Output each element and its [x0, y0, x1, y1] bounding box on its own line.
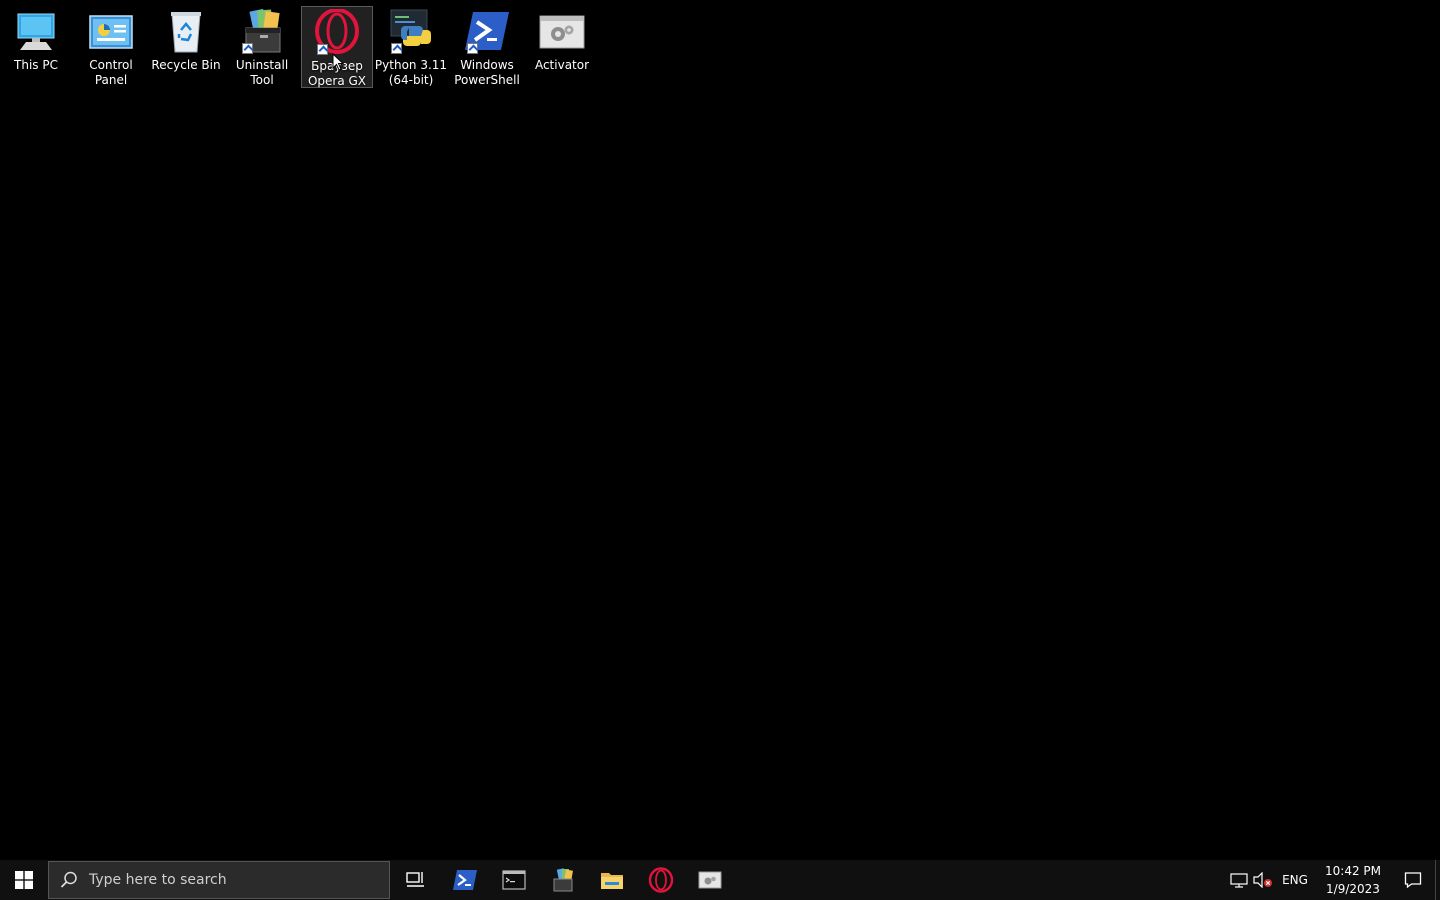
- start-button[interactable]: [0, 860, 48, 900]
- uninstall-tool-icon: [238, 8, 286, 56]
- search-icon: [49, 871, 89, 889]
- uninstall-tool-icon: [553, 868, 573, 892]
- network-icon[interactable]: [1227, 860, 1251, 900]
- taskbar-uninstall-tool[interactable]: [538, 860, 587, 900]
- desktop-icon-label: Windows PowerShell: [454, 58, 520, 87]
- shortcut-arrow-icon: [391, 43, 402, 54]
- opera-gx-icon: [648, 867, 673, 893]
- desktop-icon-uninstall-tool[interactable]: Uninstall Tool: [226, 6, 298, 88]
- volume-muted-icon[interactable]: [1251, 860, 1275, 900]
- action-center-button[interactable]: [1391, 860, 1435, 900]
- desktop[interactable]: This PC Control Panel Recycle Bin Uninst…: [0, 0, 1440, 860]
- clock-date: 1/9/2023: [1326, 882, 1380, 896]
- desktop-icon-activator[interactable]: Activator: [526, 6, 598, 88]
- mouse-cursor-icon: [332, 53, 344, 71]
- desktop-icon-label: Control Panel: [89, 58, 133, 87]
- desktop-icon-recycle-bin[interactable]: Recycle Bin: [150, 6, 222, 88]
- opera-gx-icon: [313, 8, 361, 57]
- clock-time: 10:42 PM: [1325, 864, 1381, 878]
- taskbar-terminal[interactable]: [489, 860, 538, 900]
- language-indicator[interactable]: ENG: [1275, 873, 1315, 887]
- activator-icon: [538, 8, 586, 56]
- powershell-icon: [452, 870, 477, 890]
- shortcut-arrow-icon: [317, 44, 328, 55]
- desktop-icon-control-panel[interactable]: Control Panel: [75, 6, 147, 88]
- desktop-icon-label: This PC: [14, 58, 58, 72]
- task-view-icon: [405, 872, 424, 887]
- taskbar: Type here to search ENG 10:42 PM 1/9/202…: [0, 860, 1440, 900]
- taskbar-activator[interactable]: [685, 860, 734, 900]
- desktop-icon-python[interactable]: Python 3.11 (64-bit): [375, 6, 447, 88]
- system-tray: ENG 10:42 PM 1/9/2023: [1227, 860, 1440, 900]
- taskbar-search-box[interactable]: Type here to search: [48, 861, 390, 899]
- desktop-icon-label: Recycle Bin: [151, 58, 221, 72]
- taskbar-opera-gx[interactable]: [636, 860, 685, 900]
- shortcut-arrow-icon: [242, 43, 253, 54]
- show-desktop-button[interactable]: [1435, 860, 1440, 900]
- windows-logo-icon: [15, 871, 33, 889]
- control-panel-icon: [87, 8, 135, 56]
- shortcut-arrow-icon: [467, 43, 478, 54]
- taskbar-powershell[interactable]: [440, 860, 489, 900]
- recycle-bin-icon: [162, 8, 210, 56]
- file-explorer-icon: [600, 873, 623, 889]
- this-pc-icon: [12, 8, 60, 56]
- desktop-icon-opera-gx[interactable]: Браузер Opera GX: [301, 6, 373, 88]
- desktop-icon-label: Python 3.11 (64-bit): [374, 58, 448, 87]
- python-icon: [387, 8, 435, 56]
- search-placeholder: Type here to search: [89, 872, 227, 888]
- desktop-icon-powershell[interactable]: Windows PowerShell: [451, 6, 523, 88]
- powershell-icon: [463, 8, 511, 56]
- desktop-icon-label: Activator: [534, 58, 590, 72]
- activator-icon: [698, 871, 721, 889]
- desktop-icon-label: Uninstall Tool: [235, 58, 289, 87]
- task-view-button[interactable]: [391, 860, 440, 900]
- notification-icon: [1404, 872, 1422, 889]
- clock[interactable]: 10:42 PM 1/9/2023: [1315, 862, 1391, 898]
- terminal-icon: [501, 870, 526, 890]
- taskbar-file-explorer[interactable]: [587, 860, 636, 900]
- desktop-icon-this-pc[interactable]: This PC: [0, 6, 72, 88]
